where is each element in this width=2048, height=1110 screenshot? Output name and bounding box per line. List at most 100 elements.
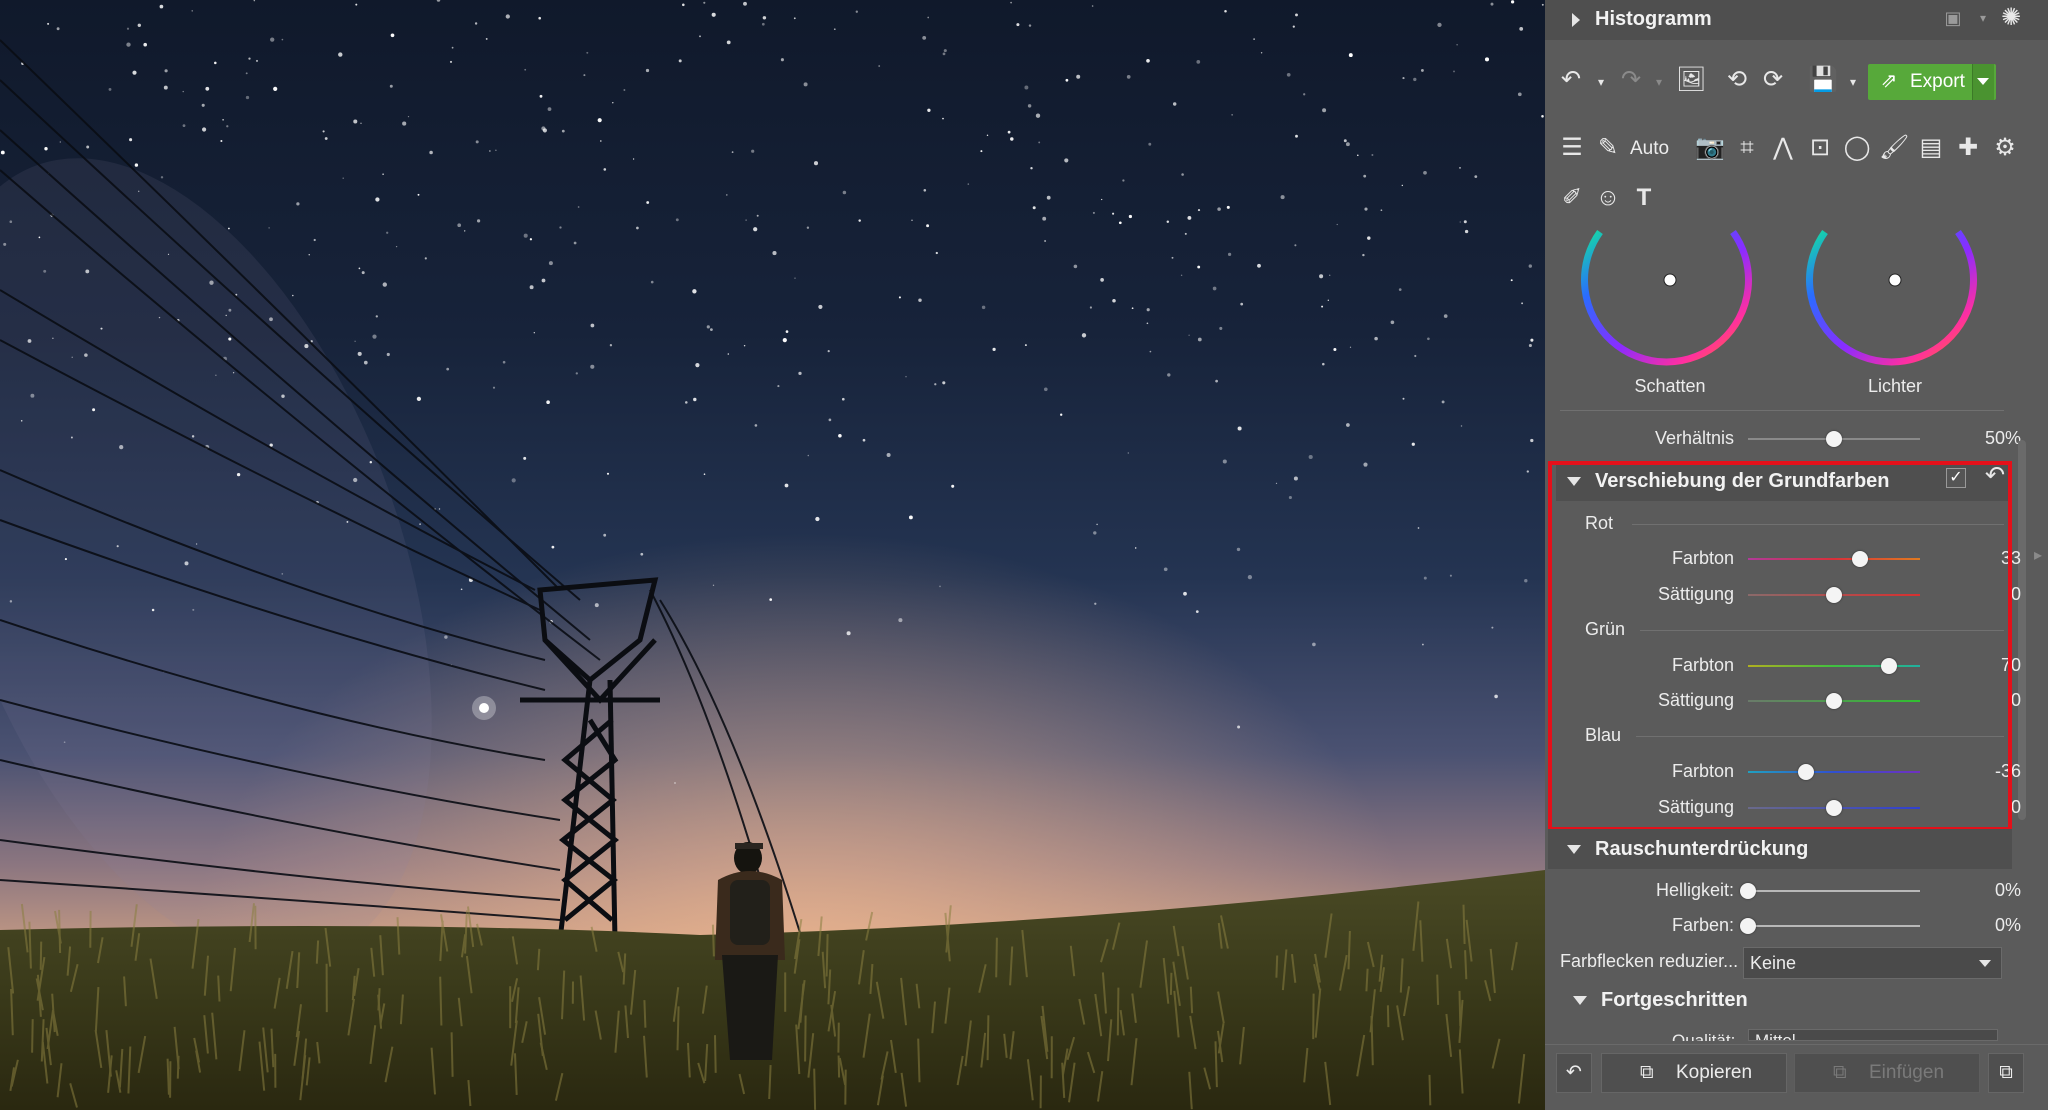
quality-dropdown[interactable]: Mittel xyxy=(1748,1029,1998,1041)
slider-knob[interactable] xyxy=(1740,918,1756,934)
star xyxy=(390,33,395,38)
star xyxy=(438,508,441,510)
collapse-panel-icon[interactable]: ▸ xyxy=(2034,545,2042,565)
brush-icon[interactable]: 🖌 xyxy=(1879,134,1909,164)
star xyxy=(769,598,773,601)
grass-blade xyxy=(813,1068,817,1110)
star xyxy=(375,315,378,318)
revert-button[interactable]: ↶ xyxy=(1556,1053,1592,1093)
highlights-color-wheel[interactable] xyxy=(1803,222,1987,372)
star xyxy=(1081,333,1087,338)
star xyxy=(745,219,747,221)
frame-icon[interactable]: ⊡ xyxy=(1805,134,1835,164)
copy-button[interactable]: ⧉ Kopieren xyxy=(1601,1053,1787,1093)
star xyxy=(1519,27,1524,31)
noise-colors-slider[interactable] xyxy=(1740,918,1920,934)
star xyxy=(1345,142,1350,147)
star xyxy=(160,176,164,179)
camera-icon[interactable]: ▣ xyxy=(1938,4,1968,34)
star xyxy=(1484,57,1490,62)
redo-history-icon[interactable]: ▾ xyxy=(1644,68,1674,98)
star xyxy=(505,14,510,19)
save-options-icon[interactable]: ▾ xyxy=(1838,68,1868,98)
star xyxy=(772,251,777,256)
redo-icon[interactable]: ↷ xyxy=(1616,66,1646,96)
star xyxy=(798,371,802,376)
histogram-settings-icon[interactable]: ✺ xyxy=(1996,4,2026,34)
star xyxy=(1127,452,1129,454)
star xyxy=(358,267,361,270)
camera-tool-icon[interactable]: 📷 xyxy=(1695,134,1725,164)
rotate-right-icon[interactable]: ⟳ xyxy=(1758,66,1788,96)
star xyxy=(1423,170,1427,175)
healing-patch-icon[interactable]: ✚ xyxy=(1953,134,1983,164)
grass-blade xyxy=(31,1019,34,1053)
rotate-left-icon[interactable]: ⟲ xyxy=(1722,66,1752,96)
star xyxy=(751,149,755,153)
expand-icon xyxy=(1572,13,1580,27)
eraser-icon[interactable]: ✐ xyxy=(1557,184,1587,214)
settings-gear-icon[interactable]: ⚙ xyxy=(1990,134,2020,164)
star xyxy=(685,401,688,404)
star xyxy=(878,65,881,67)
quality-label: Qualität: xyxy=(1672,1031,1736,1041)
gradient-filter-icon[interactable]: ▤ xyxy=(1916,134,1946,164)
paste-button[interactable]: ⧉ Einfügen xyxy=(1794,1053,1980,1093)
star xyxy=(184,561,189,566)
star xyxy=(609,344,613,347)
star xyxy=(1224,9,1227,13)
star xyxy=(838,434,842,438)
star xyxy=(324,137,328,140)
star xyxy=(981,305,986,310)
collapse-icon[interactable] xyxy=(1573,996,1587,1005)
undo-icon[interactable]: ↶ xyxy=(1556,66,1586,96)
star xyxy=(1510,0,1515,4)
radial-filter-icon[interactable]: ◯ xyxy=(1842,134,1872,164)
slider-knob[interactable] xyxy=(1826,431,1842,447)
star xyxy=(923,189,927,192)
text-tool-icon[interactable]: T xyxy=(1629,184,1659,214)
star xyxy=(951,484,955,488)
star xyxy=(761,22,765,26)
export-dropdown-button[interactable] xyxy=(1972,64,1994,100)
star xyxy=(191,10,193,12)
star xyxy=(416,396,422,402)
mask-icon[interactable]: ☺ xyxy=(1593,184,1623,214)
star xyxy=(524,68,527,71)
auto-wand-icon[interactable]: ✎ xyxy=(1593,134,1623,164)
ratio-slider[interactable] xyxy=(1748,431,1920,447)
save-icon[interactable]: 💾 xyxy=(1808,66,1838,96)
highlight-frame xyxy=(1548,461,2012,831)
star xyxy=(898,618,903,623)
star xyxy=(1494,694,1498,699)
crop-icon[interactable]: ⌗ xyxy=(1732,134,1762,164)
slider-knob[interactable] xyxy=(1740,883,1756,899)
clipboard-icon: ⧉ xyxy=(1999,1062,2013,1083)
star xyxy=(1112,298,1116,303)
chevron-down-icon[interactable]: ▾ xyxy=(1968,4,1998,34)
star xyxy=(372,334,377,339)
perspective-icon[interactable]: ⋀ xyxy=(1768,134,1798,164)
grass-blade xyxy=(995,937,998,978)
auto-button[interactable]: Auto xyxy=(1630,138,1669,160)
grass-blade xyxy=(217,975,221,1002)
star xyxy=(1530,438,1534,443)
star xyxy=(270,37,275,42)
star xyxy=(1172,102,1177,106)
noise-brightness-slider[interactable] xyxy=(1740,883,1920,899)
original-image-icon[interactable]: 🖼 xyxy=(1676,66,1706,96)
star xyxy=(495,149,497,151)
paste-label: Einfügen xyxy=(1869,1062,1945,1083)
copy-icon: ⧉ xyxy=(1640,1062,1654,1083)
adjustments-icon[interactable]: ☰ xyxy=(1557,134,1587,164)
grass-blade xyxy=(315,940,320,964)
photo-canvas[interactable] xyxy=(0,0,1545,1110)
shadows-color-wheel[interactable] xyxy=(1578,222,1762,372)
star xyxy=(225,314,227,317)
star xyxy=(56,27,60,31)
blotch-reduction-dropdown[interactable]: Keine xyxy=(1743,947,2002,979)
undo-history-icon[interactable]: ▾ xyxy=(1586,68,1616,98)
copy-settings-button[interactable]: ⧉ xyxy=(1988,1053,2024,1093)
star xyxy=(1346,423,1350,427)
star xyxy=(898,296,901,299)
